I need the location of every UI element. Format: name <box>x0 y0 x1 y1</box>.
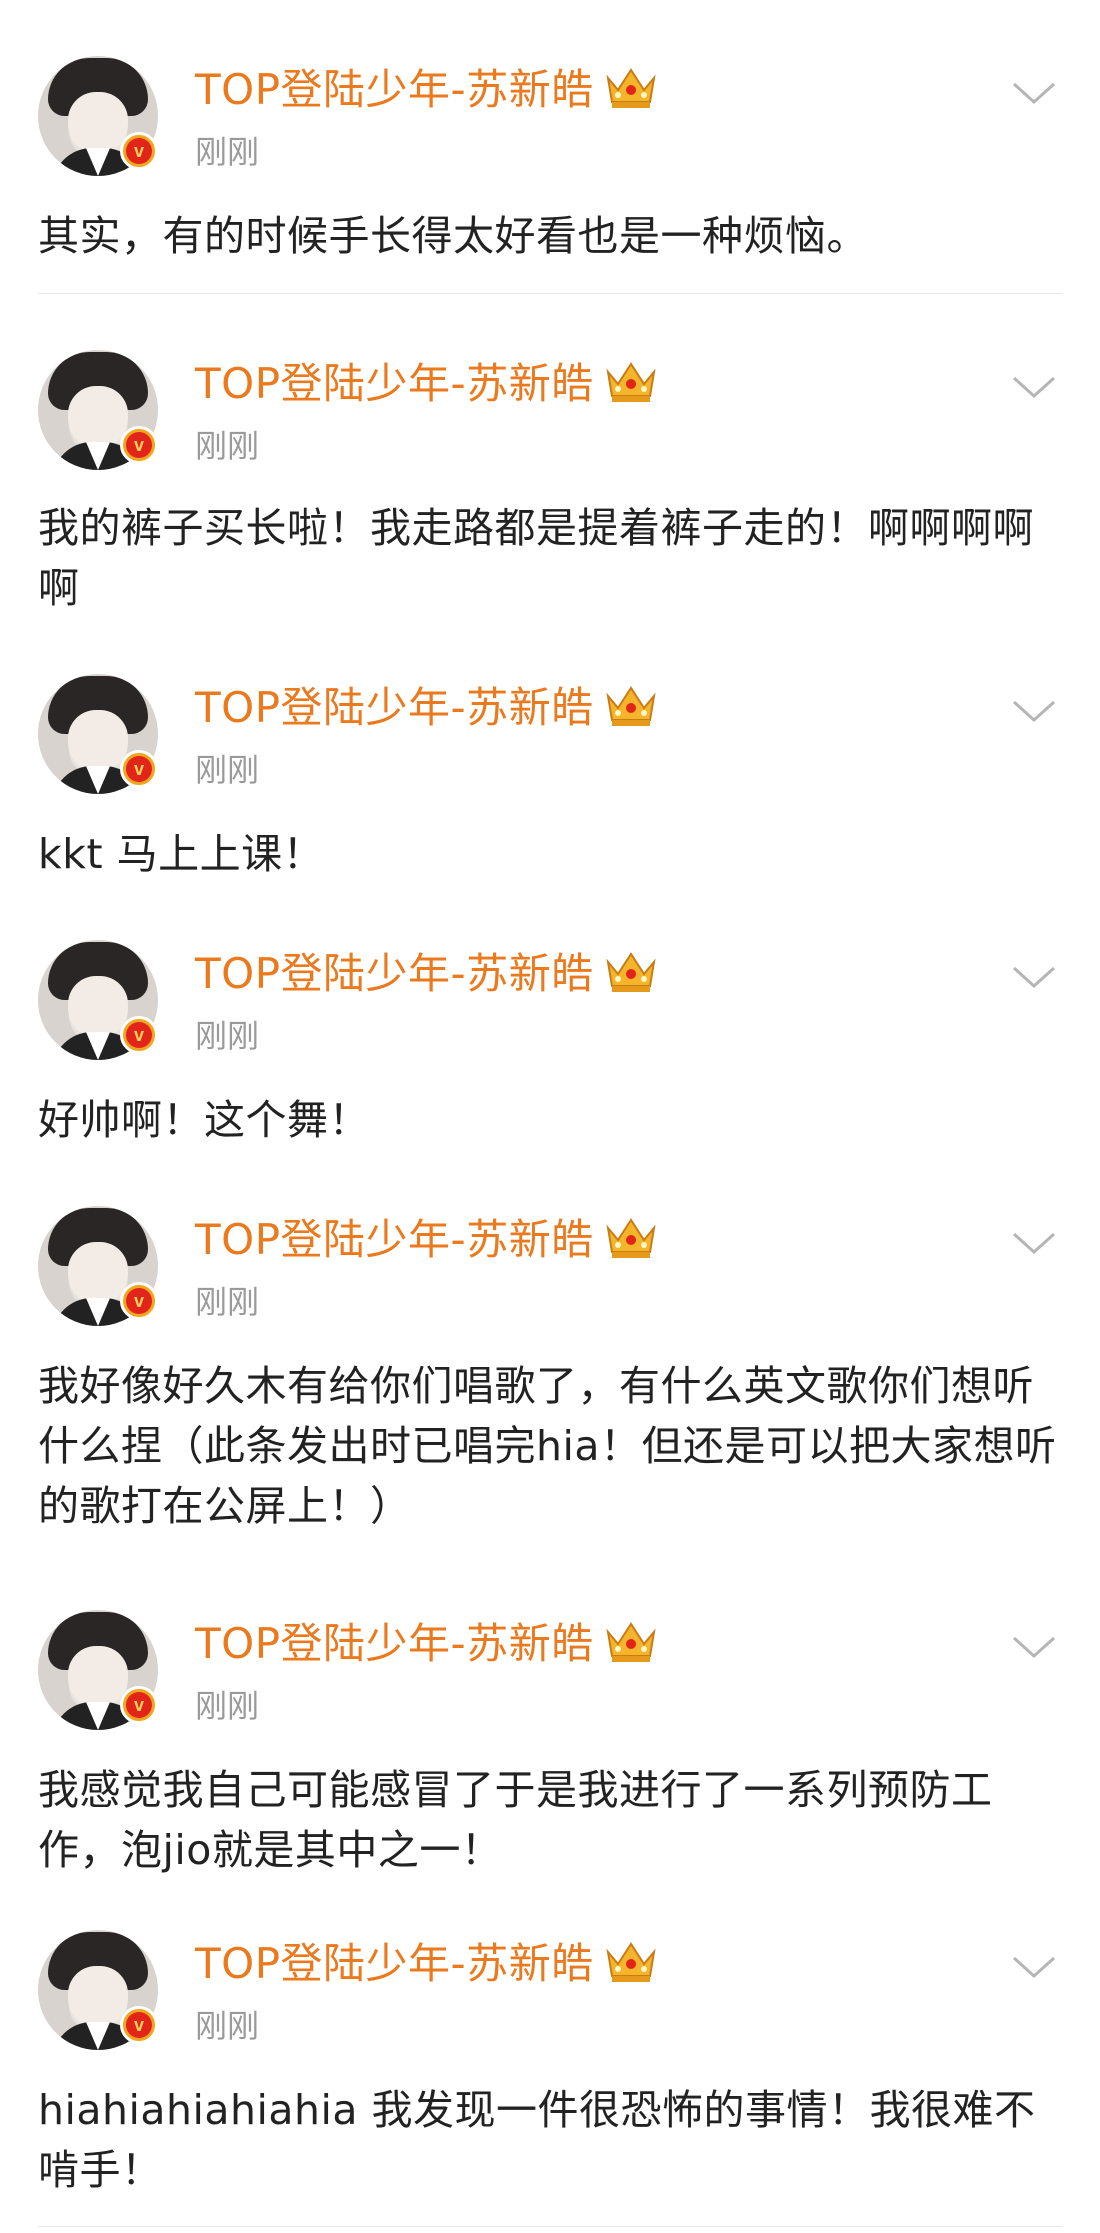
post-timestamp: 刚刚 <box>195 1687 260 1725</box>
chevron-down-icon[interactable] <box>1010 1952 1058 1982</box>
post-card[interactable]: v TOP登陆少年-苏新皓 刚刚 我好像好久木有给你们唱歌了，有什么英文歌你们想… <box>0 1206 1100 1566</box>
post-timestamp: 刚刚 <box>195 427 260 465</box>
post-text: 好帅啊！这个舞！ <box>38 1096 370 1144</box>
verified-badge-icon: v <box>120 132 158 170</box>
verified-badge-icon: v <box>120 1016 158 1054</box>
weibo-feed: v TOP登陆少年-苏新皓 刚刚 其实，有的时候手长得太好看也是一种烦恼。 v … <box>0 0 1100 2233</box>
post-card[interactable]: v TOP登陆少年-苏新皓 刚刚 kkt 马上上课！ <box>0 674 1100 894</box>
author-name[interactable]: TOP登陆少年-苏新皓 <box>195 1618 658 1669</box>
post-timestamp: 刚刚 <box>195 133 260 171</box>
post-text: 我感觉我自己可能感冒了于是我进行了一系列预防工作，泡jio就是其中之一！ <box>38 1766 993 1874</box>
post-timestamp: 刚刚 <box>195 2007 260 2045</box>
author-name[interactable]: TOP登陆少年-苏新皓 <box>195 1938 658 1989</box>
divider <box>38 2226 1062 2227</box>
post-text: kkt 马上上课！ <box>38 830 325 878</box>
crown-icon <box>606 1942 656 1982</box>
post-card[interactable]: v TOP登陆少年-苏新皓 刚刚 我感觉我自己可能感冒了于是我进行了一系列预防工… <box>0 1610 1100 1890</box>
avatar[interactable]: v <box>38 1610 158 1730</box>
avatar[interactable]: v <box>38 56 158 176</box>
post-text: 其实，有的时候手长得太好看也是一种烦恼。 <box>38 212 868 260</box>
post-timestamp: 刚刚 <box>195 751 260 789</box>
divider <box>38 293 1062 294</box>
verified-badge-icon: v <box>120 1686 158 1724</box>
post-card[interactable]: v TOP登陆少年-苏新皓 刚刚 其实，有的时候手长得太好看也是一种烦恼。 <box>0 56 1100 296</box>
post-text: 我的裤子买长啦！我走路都是提着裤子走的！啊啊啊啊啊 <box>38 504 1034 612</box>
crown-icon <box>606 1622 656 1662</box>
author-name[interactable]: TOP登陆少年-苏新皓 <box>195 682 658 733</box>
avatar[interactable]: v <box>38 1206 158 1326</box>
author-name[interactable]: TOP登陆少年-苏新皓 <box>195 64 658 115</box>
post-text: hiahiahiahiahia 我发现一件很恐怖的事情！我很难不啃手！ <box>38 2086 1036 2194</box>
verified-badge-icon: v <box>120 750 158 788</box>
author-name-text[interactable]: TOP登陆少年-苏新皓 <box>195 949 594 998</box>
crown-icon <box>606 686 656 726</box>
chevron-down-icon[interactable] <box>1010 372 1058 402</box>
avatar[interactable]: v <box>38 940 158 1060</box>
author-name-text[interactable]: TOP登陆少年-苏新皓 <box>195 1215 594 1264</box>
post-text: 我好像好久木有给你们唱歌了，有什么英文歌你们想听什么捏（此条发出时已唱完hia！… <box>38 1362 1057 1530</box>
chevron-down-icon[interactable] <box>1010 962 1058 992</box>
post-timestamp: 刚刚 <box>195 1017 260 1055</box>
avatar[interactable]: v <box>38 674 158 794</box>
author-name-text[interactable]: TOP登陆少年-苏新皓 <box>195 65 594 114</box>
avatar[interactable]: v <box>38 350 158 470</box>
verified-badge-icon: v <box>120 2006 158 2044</box>
post-card[interactable]: v TOP登陆少年-苏新皓 刚刚 hiahiahiahiahia 我发现一件很恐… <box>0 1930 1100 2220</box>
avatar[interactable]: v <box>38 1930 158 2050</box>
crown-icon <box>606 362 656 402</box>
author-name-text[interactable]: TOP登陆少年-苏新皓 <box>195 683 594 732</box>
post-card[interactable]: v TOP登陆少年-苏新皓 刚刚 好帅啊！这个舞！ <box>0 940 1100 1160</box>
chevron-down-icon[interactable] <box>1010 1228 1058 1258</box>
post-timestamp: 刚刚 <box>195 1283 260 1321</box>
author-name-text[interactable]: TOP登陆少年-苏新皓 <box>195 1619 594 1668</box>
crown-icon <box>606 68 656 108</box>
crown-icon <box>606 952 656 992</box>
author-name[interactable]: TOP登陆少年-苏新皓 <box>195 948 658 999</box>
crown-icon <box>606 1218 656 1258</box>
author-name[interactable]: TOP登陆少年-苏新皓 <box>195 358 658 409</box>
verified-badge-icon: v <box>120 426 158 464</box>
chevron-down-icon[interactable] <box>1010 696 1058 726</box>
verified-badge-icon: v <box>120 1282 158 1320</box>
chevron-down-icon[interactable] <box>1010 1632 1058 1662</box>
chevron-down-icon[interactable] <box>1010 78 1058 108</box>
post-card[interactable]: v TOP登陆少年-苏新皓 刚刚 我的裤子买长啦！我走路都是提着裤子走的！啊啊啊… <box>0 350 1100 630</box>
author-name-text[interactable]: TOP登陆少年-苏新皓 <box>195 359 594 408</box>
author-name[interactable]: TOP登陆少年-苏新皓 <box>195 1214 658 1265</box>
author-name-text[interactable]: TOP登陆少年-苏新皓 <box>195 1939 594 1988</box>
